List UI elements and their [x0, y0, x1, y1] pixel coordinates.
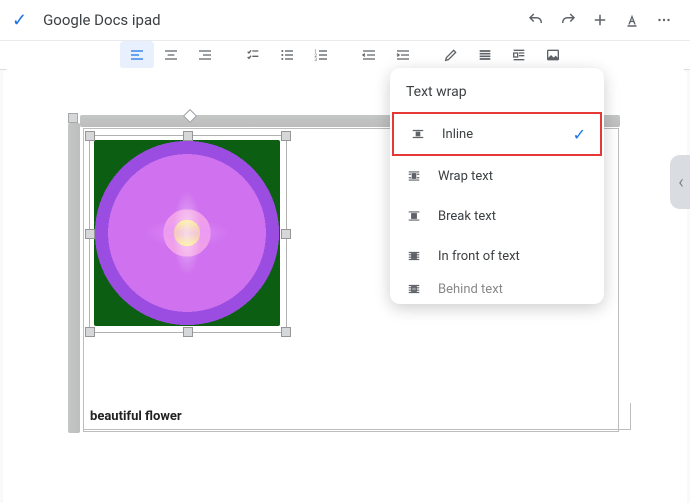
- app-header: ✓ Google Docs ipad: [0, 0, 690, 41]
- checklist-button[interactable]: [236, 41, 270, 69]
- menu-item-front-text[interactable]: In front of text: [390, 236, 604, 276]
- menu-item-label: Break text: [438, 209, 496, 224]
- numbered-list-button[interactable]: 123: [304, 41, 338, 69]
- svg-text:3: 3: [314, 57, 317, 63]
- resize-handle-sw[interactable]: [85, 327, 95, 337]
- menu-item-inline[interactable]: Inline ✓: [392, 112, 602, 156]
- line-spacing-button[interactable]: [468, 41, 502, 69]
- resize-handle-s[interactable]: [183, 327, 193, 337]
- side-panel-tab[interactable]: ‹: [670, 155, 690, 209]
- break-text-icon: [406, 209, 422, 223]
- vertical-ruler[interactable]: [68, 123, 80, 433]
- text-format-button[interactable]: [618, 6, 646, 34]
- inline-icon: [410, 127, 426, 141]
- resize-handle-nw[interactable]: [85, 131, 95, 141]
- resize-handle-ne[interactable]: [281, 131, 291, 141]
- doc-title[interactable]: Google Docs ipad: [43, 11, 518, 29]
- menu-item-label: Wrap text: [438, 169, 493, 184]
- align-right-button[interactable]: [188, 41, 222, 69]
- text-wrap-button[interactable]: [502, 41, 536, 69]
- menu-item-label: Inline: [442, 127, 473, 142]
- more-button[interactable]: [650, 6, 678, 34]
- format-toolbar: 123: [0, 41, 690, 70]
- wrap-text-icon: [406, 169, 422, 183]
- check-icon: ✓: [573, 125, 586, 144]
- behind-text-icon: [406, 282, 422, 296]
- insert-image-button[interactable]: [536, 41, 570, 69]
- caption-text: beautiful flower: [90, 409, 182, 424]
- edit-pencil-button[interactable]: [434, 41, 468, 69]
- done-check-icon[interactable]: ✓: [12, 10, 27, 31]
- align-center-button[interactable]: [154, 41, 188, 69]
- menu-item-wrap-text[interactable]: Wrap text: [390, 156, 604, 196]
- resize-handle-w[interactable]: [85, 229, 95, 239]
- text-wrap-menu: Text wrap Inline ✓ Wrap text Break text …: [390, 68, 604, 304]
- redo-button[interactable]: [554, 6, 582, 34]
- resize-handle-e[interactable]: [281, 229, 291, 239]
- menu-item-label: In front of text: [438, 249, 520, 264]
- resize-handle-se[interactable]: [281, 327, 291, 337]
- resize-handle-n[interactable]: [183, 131, 193, 141]
- increase-indent-button[interactable]: [386, 41, 420, 69]
- menu-item-label: Behind text: [438, 282, 503, 297]
- add-button[interactable]: [586, 6, 614, 34]
- image-caption-row[interactable]: beautiful flower: [83, 403, 631, 430]
- decrease-indent-button[interactable]: [352, 41, 386, 69]
- ruler-corner-icon: [68, 113, 78, 123]
- menu-item-break-text[interactable]: Break text: [390, 196, 604, 236]
- bullet-list-button[interactable]: [270, 41, 304, 69]
- front-text-icon: [406, 249, 422, 263]
- undo-button[interactable]: [522, 6, 550, 34]
- image-selection-frame[interactable]: [89, 135, 287, 333]
- menu-item-behind-text[interactable]: Behind text: [390, 276, 604, 304]
- align-left-button[interactable]: [120, 41, 154, 69]
- menu-title: Text wrap: [390, 76, 604, 112]
